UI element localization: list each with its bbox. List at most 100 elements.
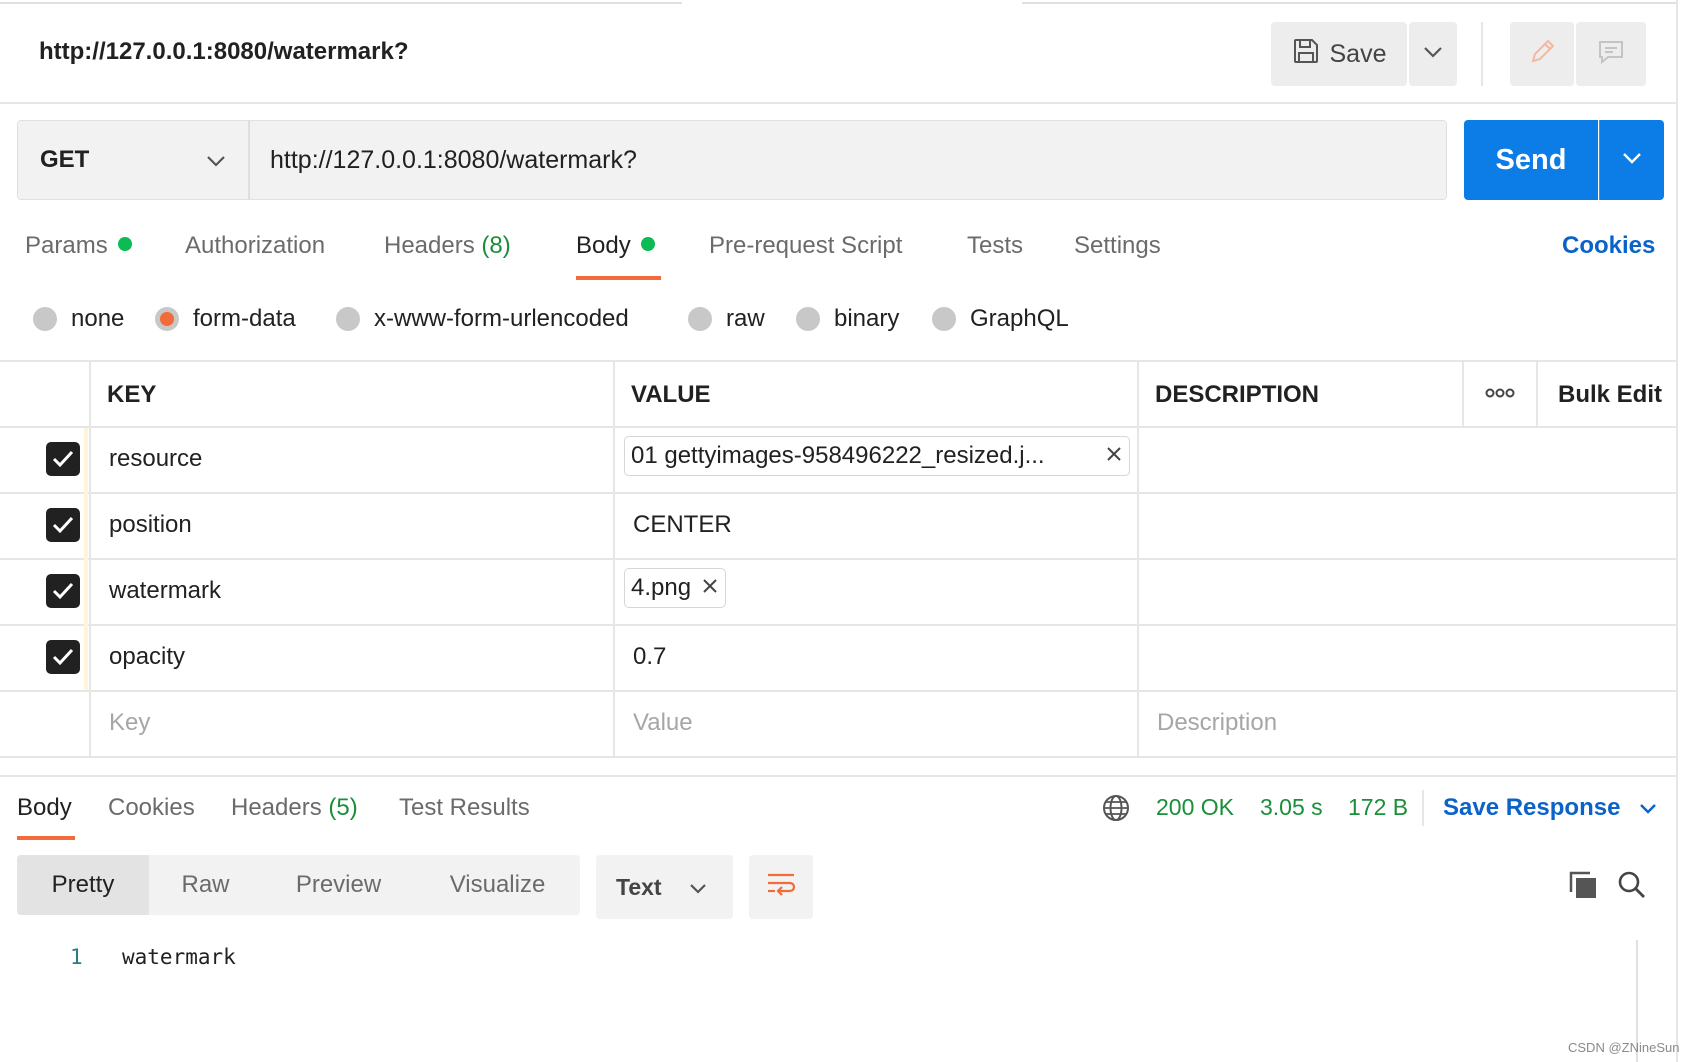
view-pretty-button[interactable]: Pretty	[17, 855, 149, 915]
view-visualize-button[interactable]: Visualize	[415, 855, 580, 915]
param-key[interactable]: resource	[109, 445, 202, 473]
row-checkbox[interactable]	[46, 574, 80, 608]
toolbar-divider	[1481, 22, 1483, 86]
row-checkbox[interactable]	[46, 442, 80, 476]
comments-button[interactable]	[1576, 22, 1646, 86]
tab-authorization[interactable]: Authorization	[185, 232, 325, 260]
table-bottom-border	[0, 756, 1676, 758]
table-top-border	[0, 360, 1676, 362]
radio-label: GraphQL	[970, 305, 1069, 332]
save-button[interactable]: Save	[1271, 22, 1407, 86]
param-value[interactable]: 0.7	[633, 643, 666, 671]
body-indicator-dot	[640, 237, 655, 251]
radio-x-www-form-urlencoded[interactable]: x-www-form-urlencoded	[336, 305, 629, 333]
chevron-down-icon	[1639, 794, 1657, 821]
method-select[interactable]: GET	[17, 120, 249, 200]
table-col-divider	[1462, 360, 1464, 426]
tab-settings[interactable]: Settings	[1074, 232, 1161, 260]
header-divider	[0, 102, 1676, 104]
radio-form-data[interactable]: form-data	[155, 305, 296, 333]
view-raw-button[interactable]: Raw	[149, 855, 262, 915]
radio-label: form-data	[193, 305, 296, 332]
wrap-text-icon	[765, 871, 797, 904]
param-value[interactable]: CENTER	[633, 511, 732, 539]
send-button[interactable]: Send	[1464, 120, 1598, 200]
response-tab-headers-label: Headers	[231, 794, 322, 821]
new-key-input[interactable]: Key	[109, 709, 150, 737]
response-code-line[interactable]: watermark	[122, 945, 236, 969]
radio-circle	[336, 307, 360, 331]
url-input[interactable]: http://127.0.0.1:8080/watermark?	[249, 120, 1447, 200]
search-icon[interactable]	[1617, 870, 1647, 905]
tab-headers-count: (8)	[481, 232, 511, 259]
more-options-icon[interactable]	[1485, 386, 1515, 405]
tab-tests[interactable]: Tests	[967, 232, 1023, 260]
response-size[interactable]: 172 B	[1348, 794, 1408, 821]
wrap-lines-button[interactable]	[749, 855, 813, 919]
close-icon[interactable]	[701, 574, 719, 602]
radio-raw[interactable]: raw	[688, 305, 765, 333]
tab-params-label: Params	[25, 232, 108, 259]
radio-circle	[932, 307, 956, 331]
param-key[interactable]: position	[109, 511, 192, 539]
response-tab-body[interactable]: Body	[17, 794, 72, 822]
radio-graphql[interactable]: GraphQL	[932, 305, 1069, 333]
column-header-value: VALUE	[631, 381, 711, 408]
globe-icon[interactable]	[1101, 793, 1131, 828]
tab-headers-label: Headers	[384, 232, 475, 259]
table-col-divider	[1536, 360, 1538, 426]
file-name: 01 gettyimages-958496222_resized.j...	[631, 442, 1045, 469]
radio-circle-selected	[155, 307, 179, 331]
row-draft-accent	[84, 428, 88, 690]
tab-headers[interactable]: Headers (8)	[384, 232, 511, 260]
edit-button[interactable]	[1510, 22, 1574, 86]
new-value-input[interactable]: Value	[633, 709, 693, 737]
view-preview-button[interactable]: Preview	[262, 855, 415, 915]
radio-binary[interactable]: binary	[796, 305, 899, 333]
table-header-border	[0, 426, 1676, 428]
comment-icon	[1596, 37, 1626, 72]
params-indicator-dot	[117, 237, 132, 251]
cookies-link[interactable]: Cookies	[1562, 232, 1655, 260]
response-tab-cookies[interactable]: Cookies	[108, 794, 195, 822]
radio-label: x-www-form-urlencoded	[374, 305, 629, 332]
status-code[interactable]: 200 OK	[1156, 794, 1234, 821]
tab-params[interactable]: Params	[25, 232, 132, 260]
radio-label: binary	[834, 305, 900, 332]
column-header-key: KEY	[107, 381, 157, 408]
file-chip[interactable]: 4.png	[624, 568, 727, 608]
table-row-border	[0, 624, 1676, 626]
active-tab-underline	[576, 276, 661, 280]
send-dropdown-button[interactable]	[1599, 120, 1664, 200]
chevron-down-icon	[689, 874, 707, 901]
param-key[interactable]: watermark	[109, 577, 221, 605]
save-response-label: Save Response	[1443, 794, 1621, 821]
tab-pre-request-script[interactable]: Pre-request Script	[709, 232, 902, 260]
bulk-edit-button[interactable]: Bulk Edit	[1558, 381, 1662, 409]
response-tab-headers[interactable]: Headers (5)	[231, 794, 358, 822]
tab-body[interactable]: Body	[576, 232, 655, 260]
format-label: Text	[616, 873, 662, 900]
radio-label: raw	[726, 305, 765, 332]
param-key[interactable]: opacity	[109, 643, 185, 671]
copy-icon[interactable]	[1568, 870, 1598, 905]
row-checkbox[interactable]	[46, 640, 80, 674]
row-checkbox[interactable]	[46, 508, 80, 542]
response-time[interactable]: 3.05 s	[1260, 794, 1323, 821]
chevron-down-icon	[1622, 151, 1642, 169]
column-header-description: DESCRIPTION	[1155, 381, 1320, 408]
save-response-button[interactable]: Save Response	[1443, 794, 1657, 822]
format-select[interactable]: Text	[596, 855, 733, 919]
save-dropdown-button[interactable]	[1409, 22, 1457, 86]
tab-body-label: Body	[576, 232, 631, 259]
close-icon[interactable]	[1105, 442, 1123, 470]
response-tab-test-results[interactable]: Test Results	[399, 794, 530, 822]
method-label: GET	[40, 146, 90, 173]
request-title[interactable]: http://127.0.0.1:8080/watermark?	[39, 38, 409, 66]
window-right-border	[1676, 0, 1678, 1062]
chevron-down-icon	[1423, 45, 1443, 63]
radio-none[interactable]: none	[33, 305, 124, 333]
new-description-input[interactable]: Description	[1157, 709, 1277, 737]
file-chip[interactable]: 01 gettyimages-958496222_resized.j...	[624, 436, 1130, 476]
save-label: Save	[1329, 39, 1387, 68]
